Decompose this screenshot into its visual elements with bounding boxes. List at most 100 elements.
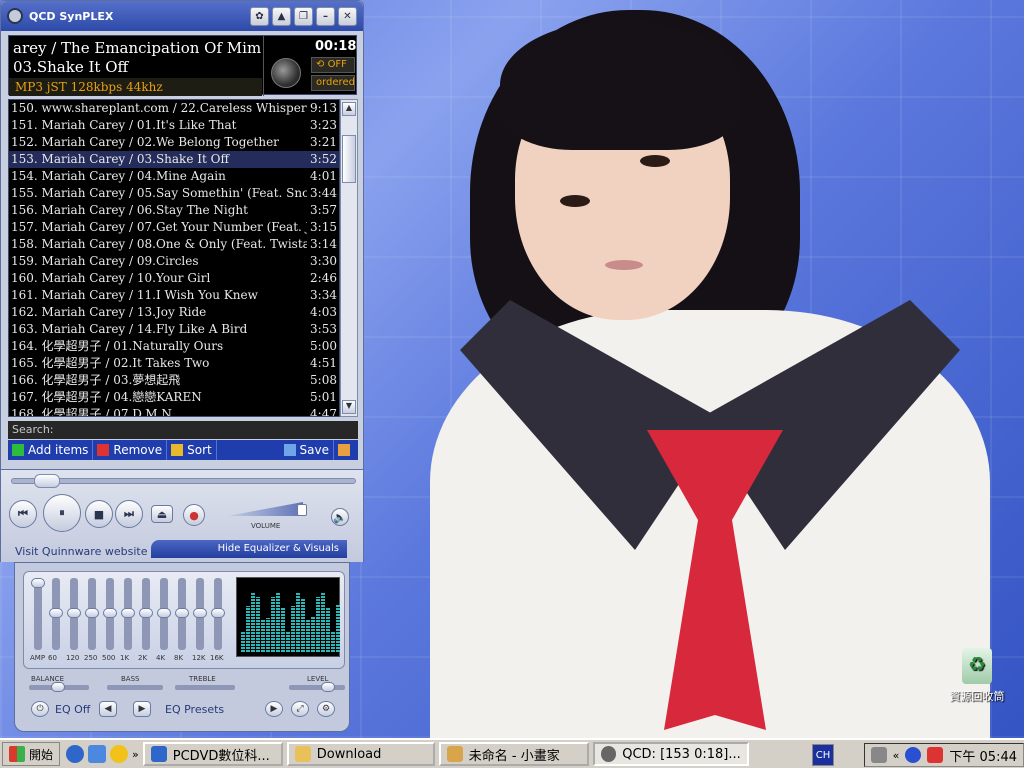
next-button[interactable]: ⏭ [115,500,143,528]
eq-slider[interactable] [157,578,171,650]
elapsed-time[interactable]: 00:18 [315,39,356,54]
playlist-row[interactable]: 157. Mariah Carey / 07.Get Your Number (… [9,219,339,236]
pause-button[interactable]: ⏸ [43,494,81,532]
bass-slider[interactable] [107,685,163,690]
playlist-row[interactable]: 160. Mariah Carey / 10.Your Girl 2:46 [9,270,339,287]
eq-slider[interactable] [193,578,207,650]
previous-button[interactable]: ⏮ [9,500,37,528]
eq-slider-handle[interactable] [139,608,153,618]
eq-slider-handle[interactable] [49,608,63,618]
eject-button[interactable]: ⏏ [151,505,173,523]
playlist-row[interactable]: 151. Mariah Carey / 01.It's Like That 3:2… [9,117,339,134]
eq-slider[interactable] [49,578,63,650]
eq-slider[interactable] [211,578,225,650]
eq-power-button[interactable]: ⏻ [31,701,49,717]
add-items-button[interactable]: Add items [8,440,94,460]
zonealarm-icon[interactable] [927,747,944,763]
mute-button[interactable]: 🔈 [331,508,349,526]
eq-slider[interactable] [67,578,81,650]
task-paint[interactable]: 未命名 - 小畫家 [438,742,589,766]
seek-bar[interactable] [11,474,356,488]
quick-launch-more-icon[interactable]: » [132,748,139,761]
record-button[interactable]: ● [183,504,205,526]
viz-fullscreen-button[interactable]: ⤢ [291,701,309,717]
playlist-row[interactable]: 159. Mariah Carey / 09.Circles 3:30 [9,253,339,270]
treble-slider[interactable] [175,685,235,690]
scroll-down-icon[interactable]: ▼ [342,400,356,414]
playlist-row[interactable]: 161. Mariah Carey / 11.I Wish You Knew 3:… [9,287,339,304]
volume-slider[interactable]: VOLUME [227,500,307,530]
tray-expand-icon[interactable]: « [893,749,900,762]
stop-button[interactable]: ■ [85,500,113,528]
eq-slider-handle[interactable] [193,608,207,618]
save-button[interactable]: Save [280,440,334,460]
eq-slider-handle[interactable] [85,608,99,618]
eq-slider-handle[interactable] [157,608,171,618]
keyboard-icon[interactable] [870,747,887,763]
eq-slider-handle[interactable] [103,608,117,618]
playlist-row[interactable]: 155. Mariah Carey / 05.Say Somethin' (Fe… [9,185,339,202]
playlist-row[interactable]: 153. Mariah Carey / 03.Shake It Off 3:52 [9,151,339,168]
playlist-row[interactable]: 166. 化學超男子 / 03.夢想起飛 5:08 [9,372,339,389]
playlist-row[interactable]: 163. Mariah Carey / 14.Fly Like A Bird 3:… [9,321,339,338]
remove-button[interactable]: Remove [93,440,168,460]
playlist-row[interactable]: 165. 化學超男子 / 02.It Takes Two 4:51 [9,355,339,372]
eq-slider-handle[interactable] [121,608,135,618]
playlist[interactable]: 150. www.shareplant.com / 22.Careless Wh… [8,99,340,417]
viz-options-button[interactable]: ⚙ [317,701,335,717]
hide-equalizer-button[interactable]: Hide Equalizer & Visuals [151,540,347,558]
jog-knob-icon[interactable] [271,58,301,88]
balance-slider[interactable] [29,682,89,692]
level-slider[interactable] [289,682,345,692]
eq-slider-handle[interactable] [67,608,81,618]
sort-button[interactable]: Sort [167,440,217,460]
eq-slider-handle[interactable] [211,608,225,618]
visualizer[interactable] [236,577,340,657]
playlist-scrollbar[interactable]: ▲ ▼ [340,99,358,417]
repeat-toggle[interactable]: ⟲ OFF [311,57,355,73]
playlist-row[interactable]: 162. Mariah Carey / 13.Joy Ride 4:03 [9,304,339,321]
desktop-icon[interactable] [88,745,107,763]
skin-button[interactable]: ✿ [250,6,269,26]
close-button[interactable]: ✕ [338,6,357,26]
task-qcd[interactable]: QCD: [153 0:18]... [592,742,749,766]
scroll-thumb[interactable] [342,135,356,183]
playlist-row[interactable]: 152. Mariah Carey / 02.We Belong Togethe… [9,134,339,151]
playlist-row[interactable]: 150. www.shareplant.com / 22.Careless Wh… [9,100,339,117]
compact-button[interactable]: ▲ [272,6,291,26]
scroll-up-icon[interactable]: ▲ [342,102,356,116]
playlist-row[interactable]: 154. Mariah Carey / 04.Mine Again 4:01 [9,168,339,185]
minimize-button[interactable]: – [316,6,335,26]
eq-slider[interactable] [31,578,45,650]
balance-handle[interactable] [51,682,65,692]
clock[interactable]: 下午 05:44 [949,746,1017,765]
playlist-row[interactable]: 164. 化學超男子 / 01.Naturally Ours 5:00 [9,338,339,355]
restore-button[interactable]: ❐ [294,6,313,26]
task-pcdvd[interactable]: PCDVD數位科... [142,742,283,766]
eq-slider-handle[interactable] [31,578,45,588]
viz-play-button[interactable]: ▶ [265,701,283,717]
title-bar[interactable]: QCD SynPLEX ✿ ▲ ❐ – ✕ [1,1,363,31]
emoticon-icon[interactable] [110,745,129,763]
open-folder-button[interactable] [334,440,358,460]
eq-presets-button[interactable]: EQ Presets [165,703,224,716]
eq-slider[interactable] [121,578,135,650]
playlist-row[interactable]: 156. Mariah Carey / 06.Stay The Night 3:5… [9,202,339,219]
eq-slider[interactable] [175,578,189,650]
visit-website-link[interactable]: Visit Quinnware website [15,545,147,558]
messenger-icon[interactable] [66,745,85,763]
playlist-row[interactable]: 167. 化學超男子 / 04.戀戀KAREN 5:01 [9,389,339,406]
eq-slider[interactable] [139,578,153,650]
order-toggle[interactable]: ordered [311,75,355,91]
eq-next-button[interactable]: ▶ [133,701,151,717]
playlist-row[interactable]: 168. 化學超男子 / 07.D.M.N. 4:47 [9,406,339,416]
seek-handle[interactable] [34,474,60,488]
volume-handle[interactable] [297,504,307,516]
start-button[interactable]: 開始 [2,742,61,766]
playlist-row[interactable]: 158. Mariah Carey / 08.One & Only (Feat.… [9,236,339,253]
eq-slider-handle[interactable] [175,608,189,618]
level-handle[interactable] [321,682,335,692]
eq-slider[interactable] [103,578,117,650]
network-icon[interactable] [905,747,922,763]
playlist-search[interactable]: Search: [8,421,358,439]
